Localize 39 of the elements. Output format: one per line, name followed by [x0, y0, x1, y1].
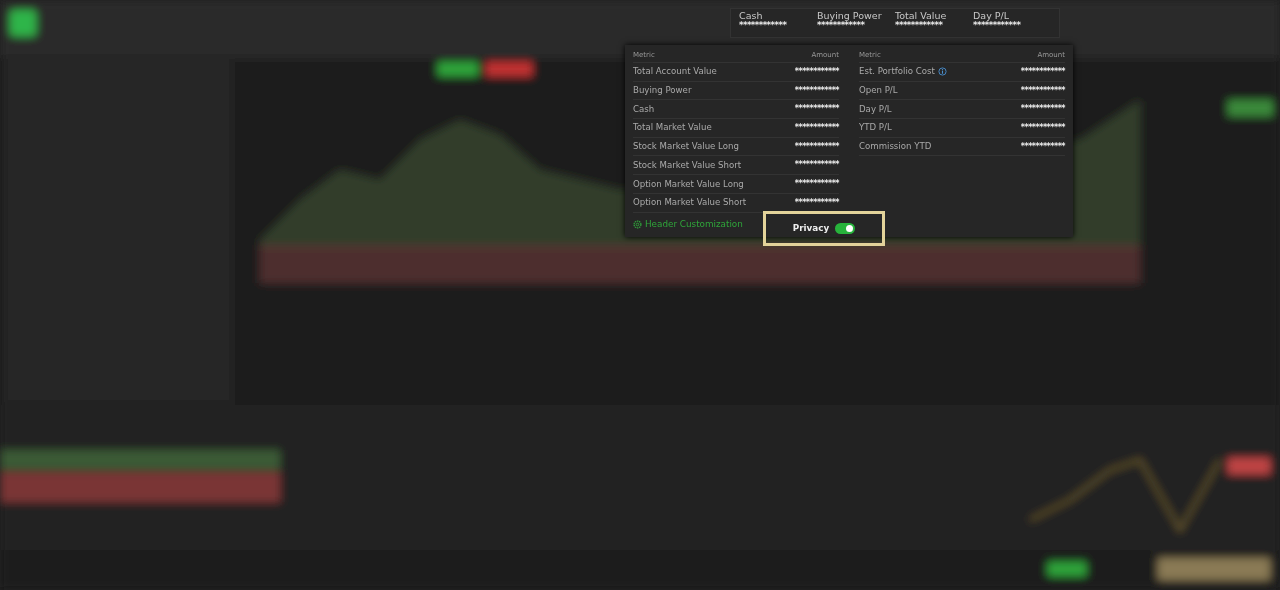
amount-value: ************	[794, 140, 839, 153]
stat-value: ************	[739, 21, 788, 31]
amount-value: ************	[794, 84, 839, 97]
metric-label: Option Market Value Long	[633, 177, 744, 191]
metric-label: Total Account Value	[633, 65, 717, 79]
metric-label: Buying Power	[633, 84, 692, 97]
amount-value: ************	[794, 159, 839, 172]
amount-value: ************	[1020, 140, 1065, 153]
amount-value: ************	[1020, 103, 1065, 116]
stat-label: Day P/L	[973, 11, 1009, 22]
amount-value: ************	[1020, 84, 1065, 97]
metric-label: Est. Portfolio Cost	[859, 65, 935, 79]
metric-label: Commission YTD	[859, 140, 932, 154]
stat-value: ************	[973, 21, 1022, 31]
amount-value: ************	[794, 103, 839, 116]
metric-label: Open P/L	[859, 84, 898, 97]
amount-value: ************	[1020, 65, 1065, 78]
privacy-label: Privacy	[792, 221, 830, 235]
metric-label: Total Market Value	[633, 121, 712, 135]
settings-icon	[633, 220, 642, 229]
privacy-toggle[interactable]	[835, 223, 856, 234]
amount-value: ************	[794, 196, 839, 209]
stat-label: Total Value	[895, 11, 948, 21]
metric-label: Stock Market Value Long	[633, 140, 739, 154]
header-customization-link[interactable]: Header Customization	[633, 217, 763, 232]
metric-label: Cash	[633, 102, 655, 116]
stat-label: Buying Power	[817, 11, 883, 22]
stat-value: ************	[817, 21, 866, 31]
metric-label: Stock Market Value Short	[633, 158, 742, 172]
amount-value: ************	[794, 121, 839, 134]
amount-value: ************	[794, 177, 839, 190]
stat-label: Cash	[739, 11, 764, 21]
stat-value: ************	[895, 21, 944, 31]
metric-label: Option Market Value Short	[633, 196, 747, 210]
metric-label: Day P/L	[859, 102, 892, 116]
info-icon[interactable]	[937, 67, 947, 77]
amount-value: ************	[1020, 121, 1065, 134]
amount-value: ************	[794, 65, 839, 78]
metric-label: YTD P/L	[859, 121, 892, 135]
